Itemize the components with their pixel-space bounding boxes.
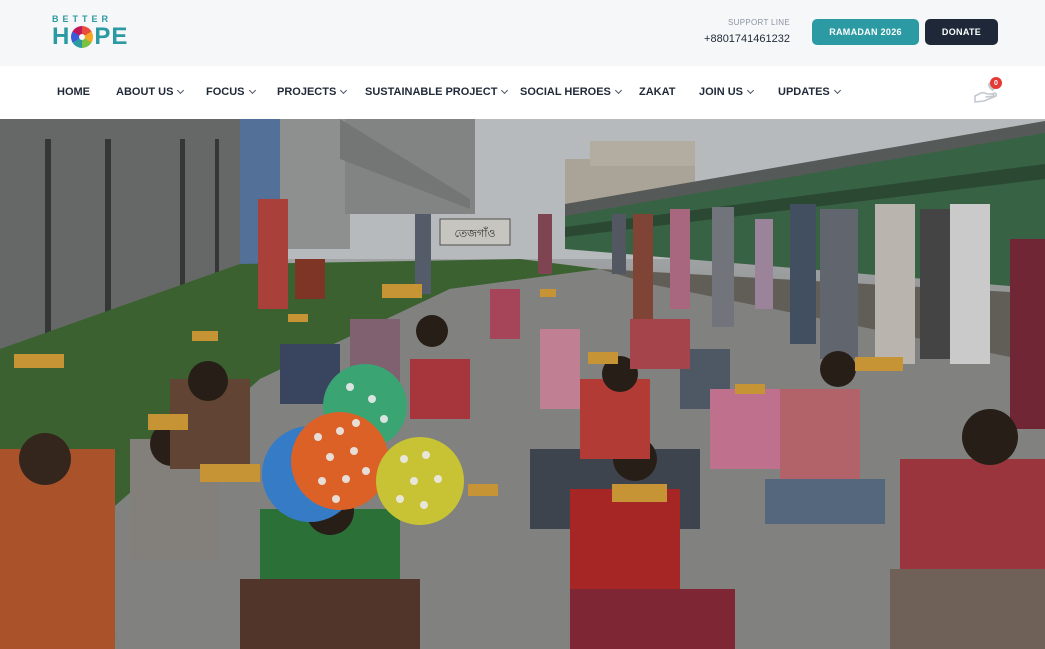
nav-updates[interactable]: UPDATES bbox=[778, 86, 841, 98]
nav-zakat[interactable]: ZAKAT bbox=[639, 86, 675, 98]
chevron-down-icon bbox=[833, 86, 841, 95]
nav-home-label: HOME bbox=[57, 86, 90, 98]
nav-zakat-label: ZAKAT bbox=[639, 86, 676, 98]
logo-bottom-text: H PE bbox=[52, 24, 142, 50]
nav-sustainable-project-label: SUSTAINABLE PROJECT bbox=[365, 86, 498, 98]
nav-focus-label: FOCUS bbox=[206, 86, 245, 98]
chevron-down-icon bbox=[501, 86, 509, 95]
chevron-down-icon bbox=[614, 86, 622, 95]
nav-projects-label: PROJECTS bbox=[277, 86, 337, 98]
nav-social-heroes-label: SOCIAL HEROES bbox=[520, 86, 611, 98]
chevron-down-icon bbox=[177, 86, 185, 95]
chevron-down-icon bbox=[340, 86, 348, 95]
nav-join-us-label: JOIN US bbox=[699, 86, 744, 98]
ramadan-button[interactable]: RAMADAN 2026 bbox=[812, 19, 919, 45]
nav-about-us[interactable]: ABOUT US bbox=[116, 86, 185, 98]
support-line: SUPPORT LINE +8801741461232 bbox=[690, 18, 790, 46]
better-hope-logo[interactable]: BETTER H PE bbox=[52, 14, 142, 54]
nav-updates-label: UPDATES bbox=[778, 86, 830, 98]
logo-letters-pe: PE bbox=[94, 23, 129, 50]
cart-count-badge: 0 bbox=[990, 77, 1002, 89]
nav-home[interactable]: HOME bbox=[57, 86, 90, 98]
donate-button[interactable]: DONATE bbox=[925, 19, 998, 45]
nav-join-us[interactable]: JOIN US bbox=[699, 86, 755, 98]
nav-sustainable-project[interactable]: SUSTAINABLE PROJECT bbox=[365, 86, 509, 98]
hero-banner: তেজগাঁও bbox=[0, 119, 1045, 649]
top-bar: BETTER H PE SUPPORT LINE +8801741461232 … bbox=[0, 0, 1045, 66]
support-line-label: SUPPORT LINE bbox=[728, 18, 790, 27]
hero-photo-children-platform: তেজগাঁও bbox=[0, 119, 1045, 649]
main-nav: HOME ABOUT US FOCUS PROJECTS SUSTAINABLE… bbox=[0, 66, 1045, 119]
chevron-down-icon bbox=[248, 86, 256, 95]
nav-projects[interactable]: PROJECTS bbox=[277, 86, 348, 98]
nav-about-us-label: ABOUT US bbox=[116, 86, 174, 98]
logo-flower-icon bbox=[71, 26, 94, 48]
logo-letter-h: H bbox=[52, 23, 71, 50]
chevron-down-icon bbox=[746, 86, 755, 95]
nav-focus[interactable]: FOCUS bbox=[206, 86, 256, 98]
nav-social-heroes[interactable]: SOCIAL HEROES bbox=[520, 86, 622, 98]
support-phone-number[interactable]: +8801741461232 bbox=[690, 32, 790, 46]
